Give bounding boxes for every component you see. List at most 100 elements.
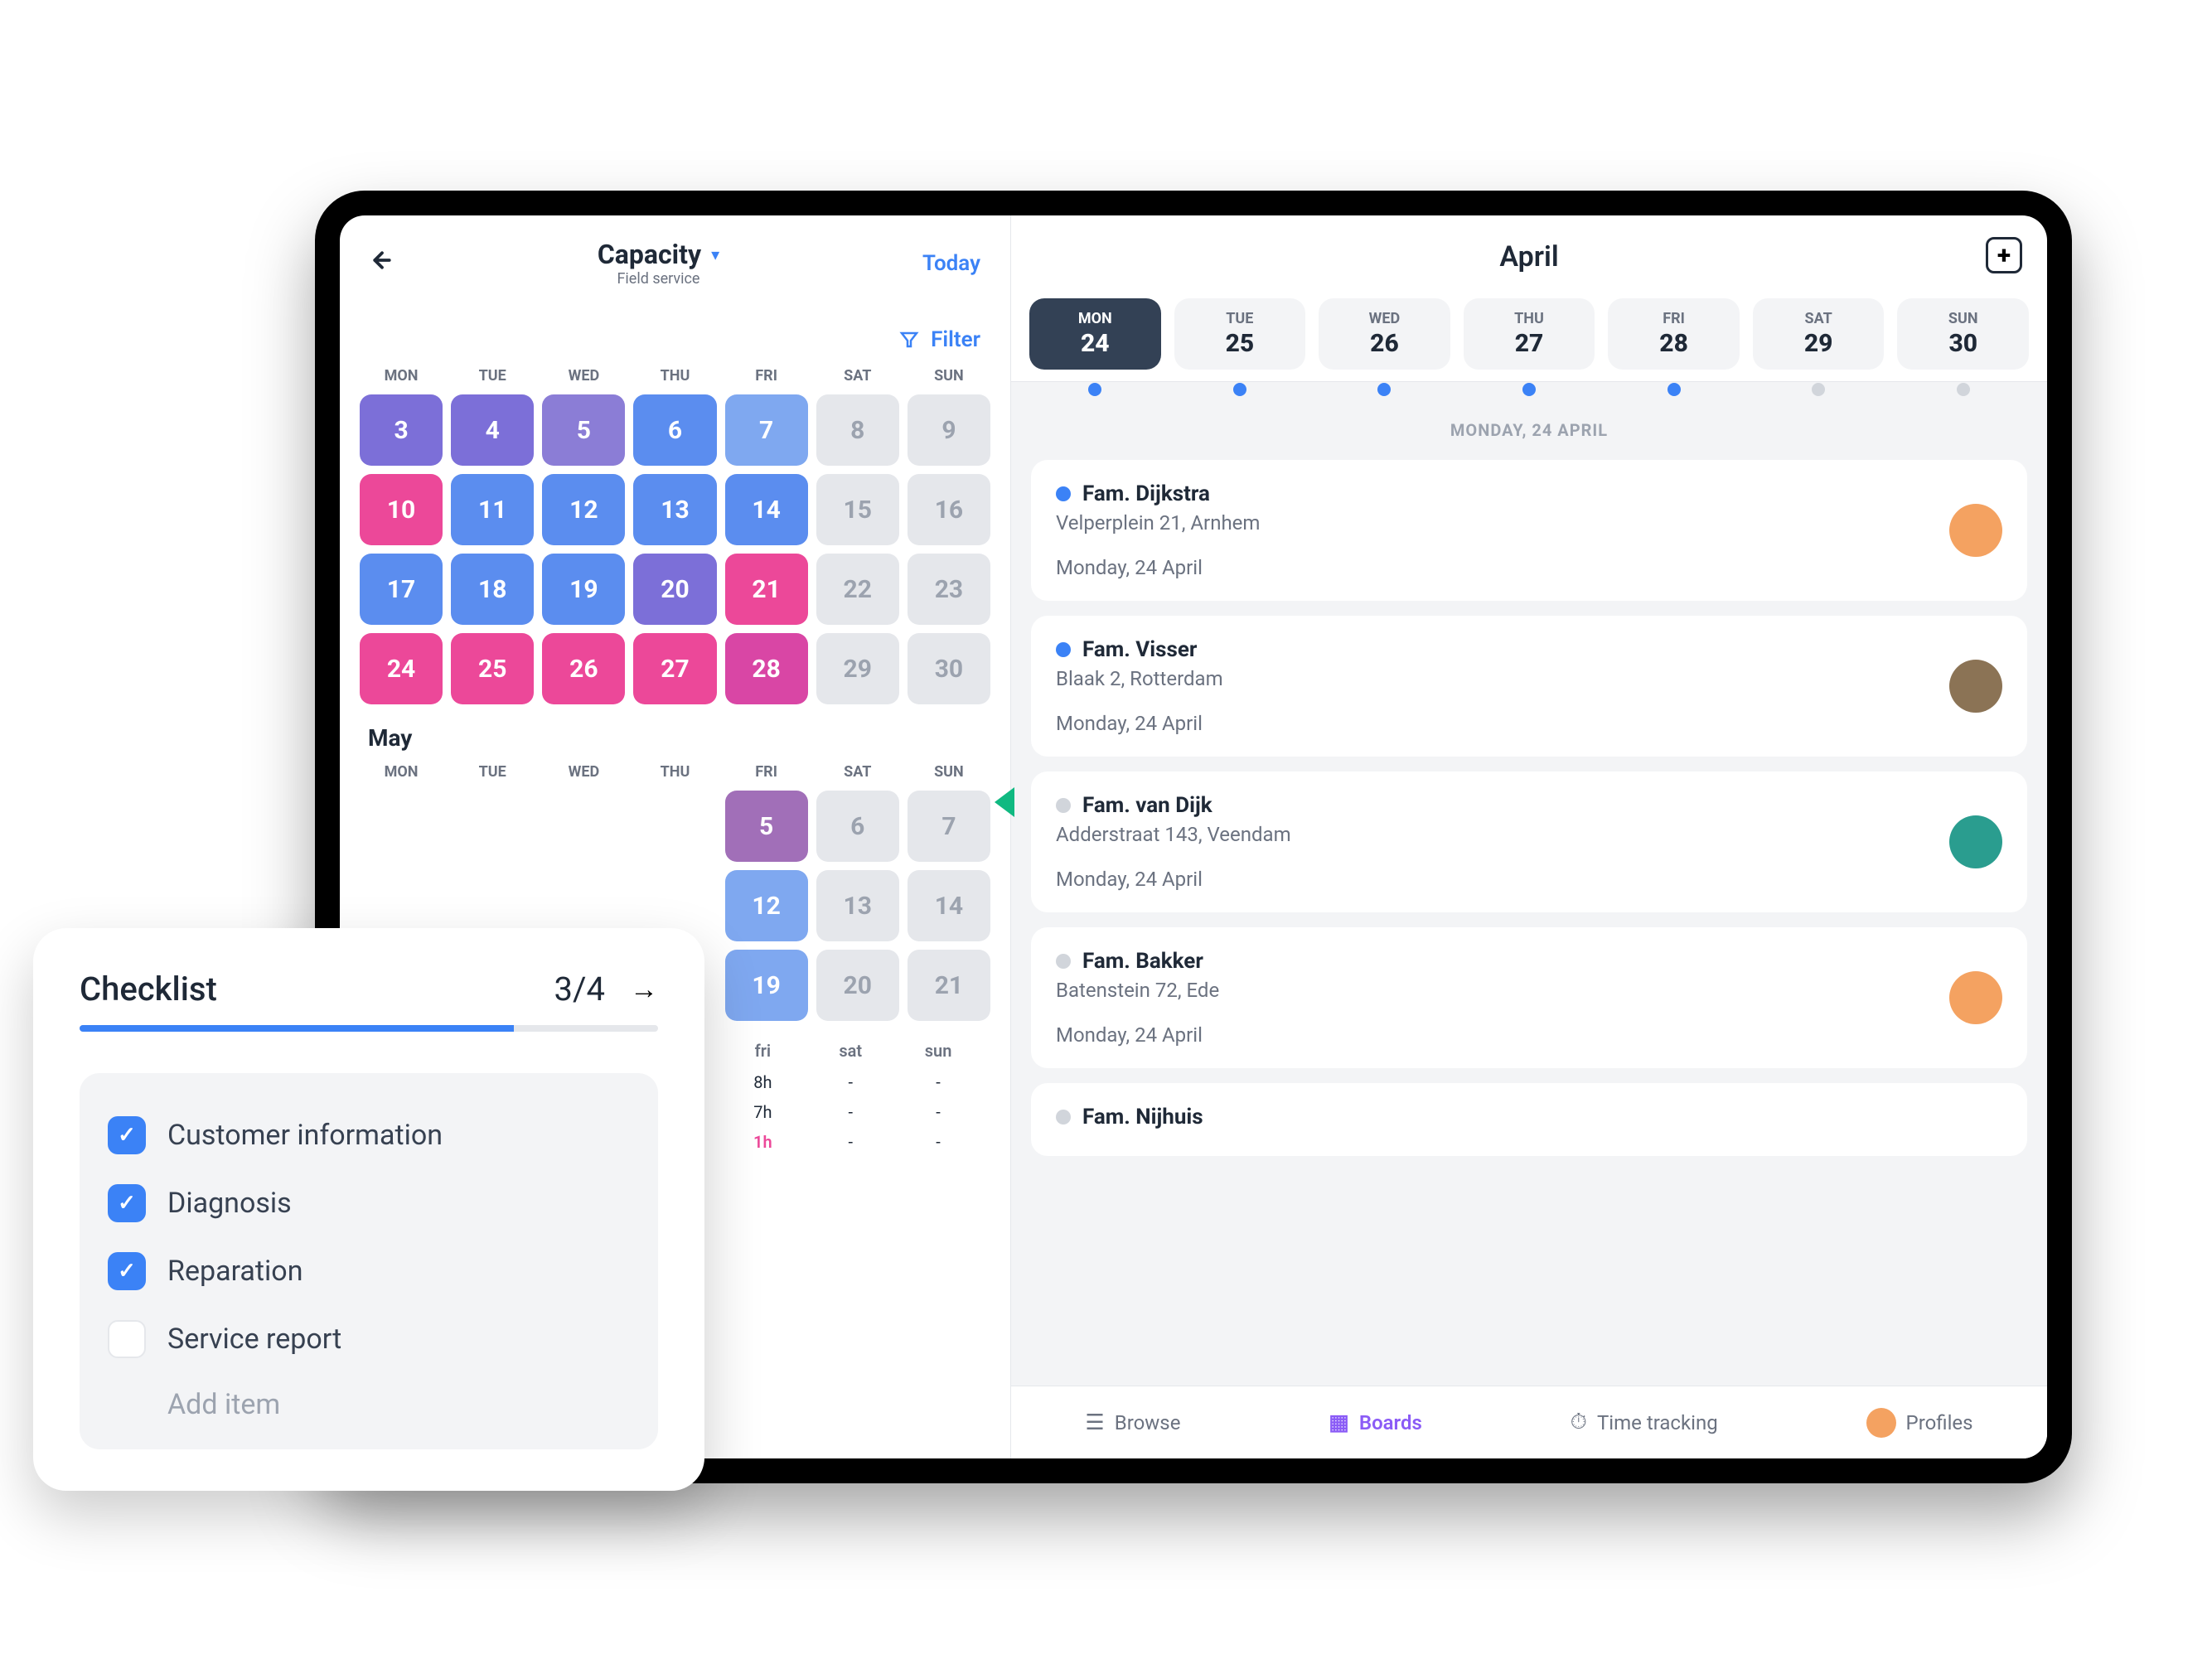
nav-profiles[interactable]: Profiles (1866, 1408, 1973, 1438)
hours-cell: - (806, 1072, 894, 1092)
calendar-day[interactable]: 19 (542, 554, 625, 625)
calendar-day[interactable]: 17 (360, 554, 443, 625)
week-day-button[interactable]: MON24 (1029, 298, 1161, 370)
schedule-card[interactable]: Fam. BakkerBatenstein 72, EdeMonday, 24 … (1031, 927, 2027, 1068)
filter-row: Filter (340, 302, 1010, 367)
calendar-day[interactable]: 27 (633, 633, 716, 704)
assignee-avatar (1949, 504, 2002, 557)
checklist-item[interactable]: Service report (108, 1305, 630, 1373)
week-day-button[interactable]: THU27 (1464, 298, 1595, 370)
checkbox[interactable]: ✓ (108, 1252, 146, 1290)
hours-cell: - (806, 1102, 894, 1122)
calendar-day[interactable]: 28 (725, 633, 808, 704)
week-day-button[interactable]: SAT29 (1753, 298, 1885, 370)
hours-cell: - (894, 1132, 982, 1152)
calendar-day[interactable]: 21 (725, 554, 808, 625)
stopwatch-icon: ⏱ (1571, 1410, 1587, 1435)
status-dot (1056, 954, 1071, 969)
calendar-day[interactable]: 13 (816, 870, 899, 941)
calendar-day[interactable]: 18 (451, 554, 534, 625)
calendar-day[interactable]: 14 (908, 870, 990, 941)
weekday-label: FRI (725, 367, 808, 385)
calendar-day[interactable]: 20 (816, 950, 899, 1021)
panel-subtitle: Field service (598, 270, 719, 288)
calendar-day[interactable]: 24 (360, 633, 443, 704)
calendar-day[interactable]: 26 (542, 633, 625, 704)
calendar-day[interactable]: 8 (816, 394, 899, 466)
calendar-day[interactable]: 22 (816, 554, 899, 625)
calendar-day[interactable]: 29 (816, 633, 899, 704)
checklist-item-label: Diagnosis (167, 1187, 292, 1220)
schedule-card[interactable]: Fam. VisserBlaak 2, RotterdamMonday, 24 … (1031, 616, 2027, 757)
checklist-item[interactable]: ✓ Diagnosis (108, 1169, 630, 1237)
schedule-body: MONDAY, 24 APRIL Fam. DijkstraVelperplei… (1011, 382, 2047, 1458)
card-address: Adderstraat 143, Veendam (1056, 823, 1291, 846)
calendar-day[interactable]: 12 (725, 870, 808, 941)
calendar-day[interactable]: 6 (633, 394, 716, 466)
add-item-button[interactable]: Add item (108, 1373, 630, 1421)
nav-time-tracking[interactable]: ⏱ Time tracking (1571, 1410, 1718, 1435)
calendar-day[interactable]: 19 (725, 950, 808, 1021)
calendar-day[interactable]: 6 (816, 791, 899, 862)
card-customer-name: Fam. Nijhuis (1082, 1105, 1203, 1129)
calendar-day[interactable]: 30 (908, 633, 990, 704)
weekday-number: 30 (1897, 329, 2029, 358)
checklist-item[interactable]: ✓Customer information (108, 1101, 630, 1169)
hours-cell: 1h (719, 1132, 806, 1152)
add-button[interactable]: + (1986, 237, 2022, 273)
list-icon: ☰ (1085, 1410, 1104, 1435)
weekday-number: 26 (1319, 329, 1450, 358)
weekday-number: 29 (1753, 329, 1885, 358)
calendar-day[interactable]: 5 (725, 791, 808, 862)
calendar-day[interactable]: 25 (451, 633, 534, 704)
calendar-day[interactable]: 11 (451, 474, 534, 545)
week-day-button[interactable]: TUE25 (1174, 298, 1306, 370)
calendar-day[interactable]: 9 (908, 394, 990, 466)
calendar-day[interactable]: 7 (725, 394, 808, 466)
hours-cell: - (806, 1132, 894, 1152)
back-button[interactable] (370, 248, 394, 279)
today-button[interactable]: Today (922, 251, 980, 276)
card-address: Batenstein 72, Ede (1056, 979, 1219, 1002)
weekday-label: FRI (725, 763, 808, 781)
calendar-day[interactable]: 23 (908, 554, 990, 625)
calendar-day[interactable]: 12 (542, 474, 625, 545)
calendar-day[interactable]: 4 (451, 394, 534, 466)
filter-button[interactable]: Filter (899, 327, 980, 352)
card-customer-name: Fam. Dijkstra (1082, 481, 1210, 506)
calendar-day[interactable]: 10 (360, 474, 443, 545)
checkbox[interactable]: ✓ (108, 1184, 146, 1222)
arrow-right-icon[interactable]: → (630, 973, 658, 1006)
card-date: Monday, 24 April (1056, 1023, 1219, 1047)
calendar-day[interactable]: 3 (360, 394, 443, 466)
card-address: Velperplein 21, Arnhem (1056, 511, 1260, 534)
title-block[interactable]: Capacity ▾ Field service (598, 239, 719, 288)
calendar-day[interactable]: 14 (725, 474, 808, 545)
checkbox[interactable] (108, 1320, 146, 1358)
nav-browse[interactable]: ☰ Browse (1085, 1410, 1180, 1435)
avatar-icon (1866, 1408, 1896, 1438)
day-indicator-dot (1233, 383, 1246, 396)
week-day-button[interactable]: WED26 (1319, 298, 1450, 370)
calendar-day[interactable]: 15 (816, 474, 899, 545)
week-day-button[interactable]: FRI28 (1608, 298, 1740, 370)
calendar-day[interactable]: 16 (908, 474, 990, 545)
week-day-button[interactable]: SUN30 (1897, 298, 2029, 370)
checklist-item[interactable]: ✓Reparation (108, 1237, 630, 1305)
calendar-day[interactable]: 5 (542, 394, 625, 466)
schedule-card[interactable]: Fam. van DijkAdderstraat 143, VeendamMon… (1031, 771, 2027, 912)
day-indicator-dot (1377, 383, 1391, 396)
calendar-day[interactable]: 20 (633, 554, 716, 625)
hours-col-header: fri (719, 1041, 806, 1061)
hours-cell: - (894, 1072, 982, 1092)
schedule-card[interactable]: Fam. Nijhuis (1031, 1083, 2027, 1156)
nav-boards[interactable]: ▦ Boards (1329, 1410, 1422, 1435)
calendar-day[interactable]: 21 (908, 950, 990, 1021)
calendar-day[interactable]: 13 (633, 474, 716, 545)
day-indicator-dot (1522, 383, 1536, 396)
schedule-card[interactable]: Fam. Dijkstra Velperplein 21, Arnhem Monda… (1031, 460, 2027, 601)
checkbox[interactable]: ✓ (108, 1116, 146, 1154)
card-date: Monday, 24 April (1056, 556, 1260, 579)
calendar-day[interactable]: 7 (908, 791, 990, 862)
weekday-label: SAT (816, 763, 899, 781)
